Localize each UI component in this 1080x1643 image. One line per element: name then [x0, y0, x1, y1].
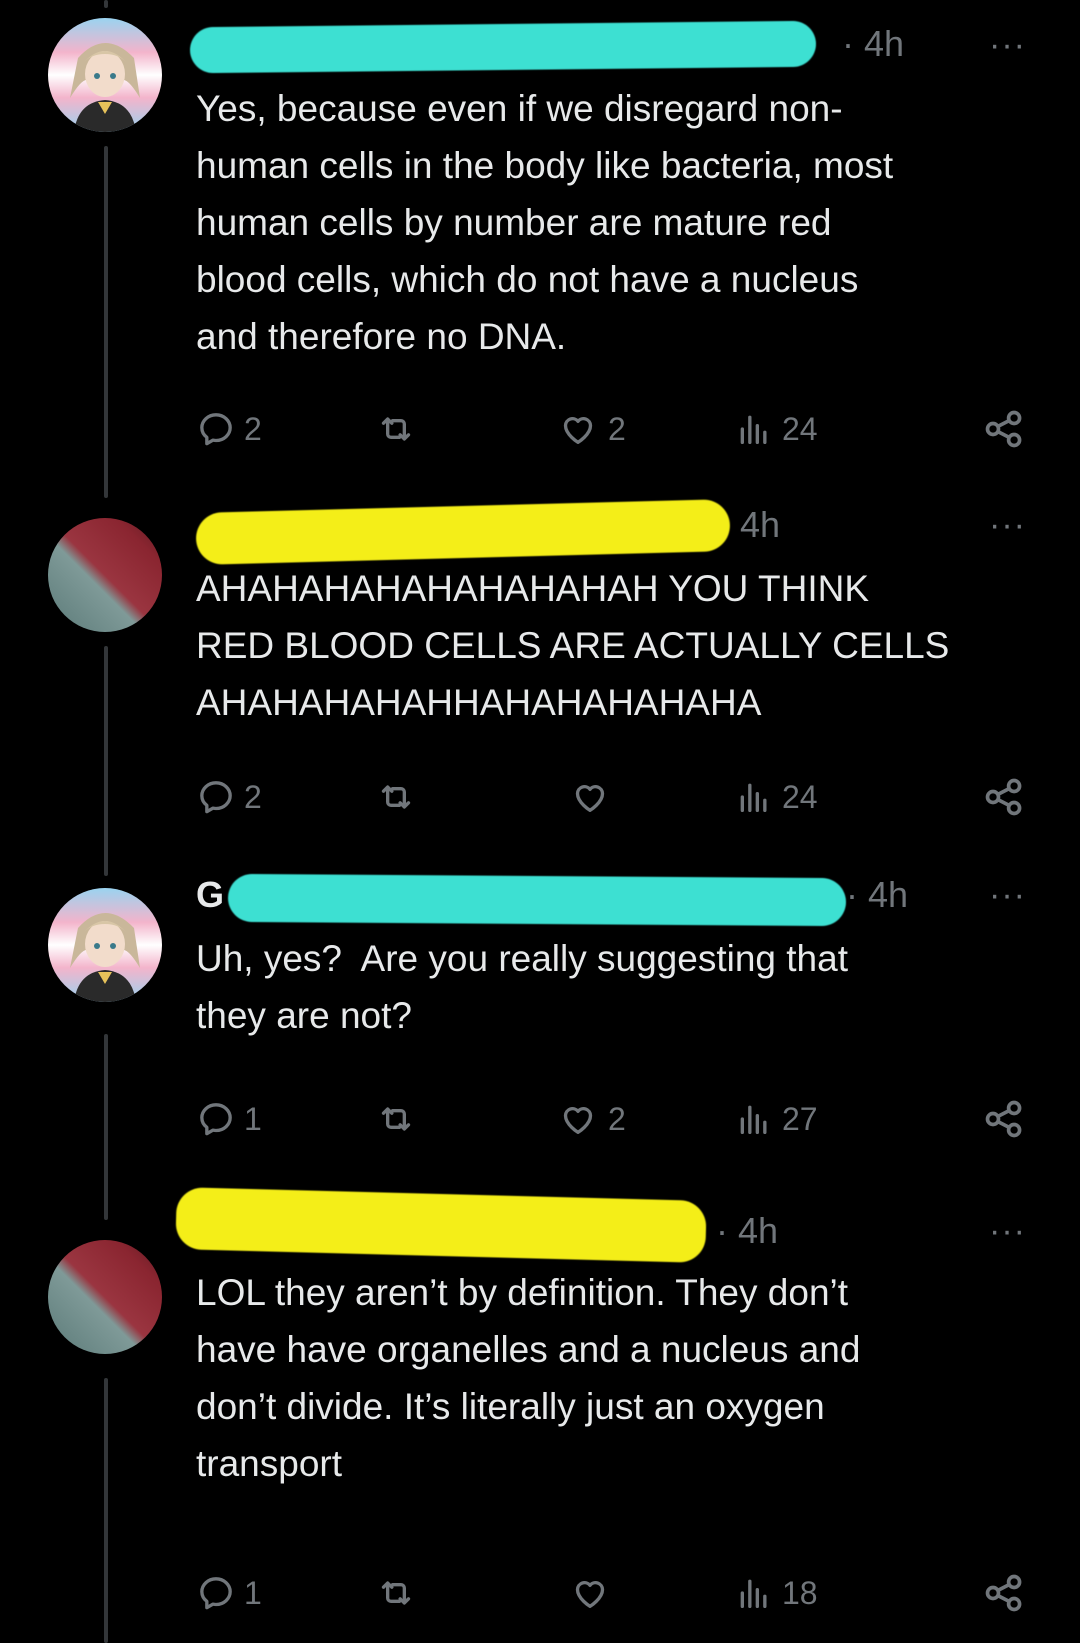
like-count: 2 [608, 410, 626, 447]
tweet-text-line: AHAHAHAHAHAHAHAHAH YOU THINK [196, 568, 869, 609]
action-bar: 1 18 [196, 1568, 1036, 1618]
action-bar: 2 24 [196, 772, 1036, 822]
share-icon [985, 1100, 1022, 1138]
reply-button[interactable]: 2 [196, 404, 262, 454]
like-button[interactable]: 2 [556, 404, 626, 454]
tweet-text-line: RED BLOOD CELLS ARE ACTUALLY CELLS [196, 625, 950, 666]
share-icon [985, 1574, 1022, 1612]
reply-count: 2 [244, 410, 262, 447]
tweet-text-line: transport [196, 1443, 343, 1484]
tweet-text-line: AHAHAHAHAHHAHAHAHAHAHA [196, 682, 762, 723]
tweet-text-line: LOL they aren’t by definition. They don’… [196, 1272, 849, 1313]
timestamp[interactable]: · 4h [846, 874, 908, 916]
heart-icon [575, 1581, 605, 1608]
more-options-icon[interactable]: ··· [989, 26, 1026, 65]
redacted-username [195, 499, 731, 565]
tweet-text-line: and therefore no DNA. [196, 316, 567, 357]
share-button[interactable] [982, 1568, 1026, 1618]
more-options-icon[interactable]: ··· [989, 1212, 1026, 1251]
avatar[interactable] [48, 888, 162, 1002]
like-count: 2 [608, 1100, 626, 1137]
views-button[interactable]: 18 [734, 1568, 818, 1618]
retweet-button[interactable] [374, 772, 418, 822]
heart-icon [563, 1107, 593, 1134]
action-bar: 1 2 27 [196, 1094, 1036, 1144]
timestamp[interactable]: · 4h [842, 23, 904, 65]
views-chart-icon [740, 1105, 767, 1134]
tweet-text-line: Uh, yes? Are you really suggesting that [196, 938, 848, 979]
tweet-text-line: human cells by number are mature red [196, 202, 832, 243]
reply-button[interactable]: 1 [196, 1568, 262, 1618]
like-button[interactable] [568, 772, 620, 822]
anime-character-avatar-icon [48, 18, 162, 132]
reply-button[interactable]: 2 [196, 772, 262, 822]
reply-thread: · 4h ··· Yes, because even if we disrega… [0, 0, 1080, 1643]
reply-count: 1 [244, 1100, 262, 1137]
reply-icon [200, 1103, 232, 1136]
retweet-icon [381, 417, 411, 441]
share-button[interactable] [982, 1094, 1026, 1144]
tweet-text: AHAHAHAHAHAHAHAHAH YOU THINK RED BLOOD C… [196, 560, 1026, 731]
reply-icon [200, 1577, 232, 1610]
reply-button[interactable]: 1 [196, 1094, 262, 1144]
display-name-initial[interactable]: G [196, 874, 224, 916]
tweet-text-line: they are not? [196, 995, 412, 1036]
retweet-button[interactable] [374, 1568, 418, 1618]
more-options-icon[interactable]: ··· [989, 506, 1026, 545]
tweet[interactable]: · 4h ··· Yes, because even if we disrega… [0, 0, 1080, 480]
timestamp[interactable]: 4h [740, 504, 780, 546]
tweet-text-line: Yes, because even if we disregard non- [196, 88, 843, 129]
retweet-button[interactable] [374, 1094, 418, 1144]
share-button[interactable] [982, 772, 1026, 822]
like-button[interactable] [568, 1568, 620, 1618]
avatar[interactable] [48, 518, 162, 632]
views-chart-icon [740, 783, 767, 812]
views-count: 24 [782, 778, 818, 815]
like-button[interactable]: 2 [556, 1094, 626, 1144]
tweet-text: Uh, yes? Are you really suggesting that … [196, 930, 1026, 1044]
tweet-text-line: human cells in the body like bacteria, m… [196, 145, 894, 186]
tweet-text: Yes, because even if we disregard non- h… [196, 80, 1026, 365]
redacted-username [175, 1187, 707, 1263]
redacted-username [189, 20, 817, 74]
views-button[interactable]: 27 [734, 1094, 818, 1144]
heart-icon [575, 785, 605, 812]
blurred-red-avatar-icon [48, 518, 162, 632]
views-count: 24 [782, 410, 818, 447]
avatar[interactable] [48, 1240, 162, 1354]
blurred-red-avatar-icon [48, 1240, 162, 1354]
views-button[interactable]: 24 [734, 404, 818, 454]
views-count: 18 [782, 1574, 818, 1611]
heart-icon [563, 417, 593, 444]
anime-character-avatar-icon [48, 888, 162, 1002]
tweet-text: LOL they aren’t by definition. They don’… [196, 1264, 1026, 1492]
tweet[interactable]: G · 4h ··· Uh, yes? Are you really sugge… [0, 860, 1080, 1200]
avatar[interactable] [48, 18, 162, 132]
reply-count: 2 [244, 778, 262, 815]
timestamp[interactable]: · 4h [716, 1210, 778, 1252]
share-button[interactable] [982, 404, 1026, 454]
tweet-text-line: don’t divide. It’s literally just an oxy… [196, 1386, 825, 1427]
tweet-text-line: have have organelles and a nucleus and [196, 1329, 861, 1370]
views-chart-icon [740, 415, 767, 444]
retweet-icon [381, 1107, 411, 1131]
reply-icon [200, 413, 232, 446]
tweet[interactable]: 4h ··· AHAHAHAHAHAHAHAHAH YOU THINK RED … [0, 480, 1080, 860]
reply-icon [200, 781, 232, 814]
reply-count: 1 [244, 1574, 262, 1611]
views-button[interactable]: 24 [734, 772, 818, 822]
more-options-icon[interactable]: ··· [989, 876, 1026, 915]
share-icon [985, 778, 1022, 816]
action-bar: 2 2 24 [196, 404, 1036, 454]
retweet-icon [381, 1581, 411, 1605]
redacted-username [227, 873, 847, 927]
retweet-icon [381, 785, 411, 809]
views-count: 27 [782, 1100, 818, 1137]
tweet[interactable]: · 4h ··· LOL they aren’t by definition. … [0, 1187, 1080, 1643]
tweet-text-line: blood cells, which do not have a nucleus [196, 259, 859, 300]
share-icon [985, 410, 1022, 448]
retweet-button[interactable] [374, 404, 418, 454]
views-chart-icon [740, 1579, 767, 1608]
